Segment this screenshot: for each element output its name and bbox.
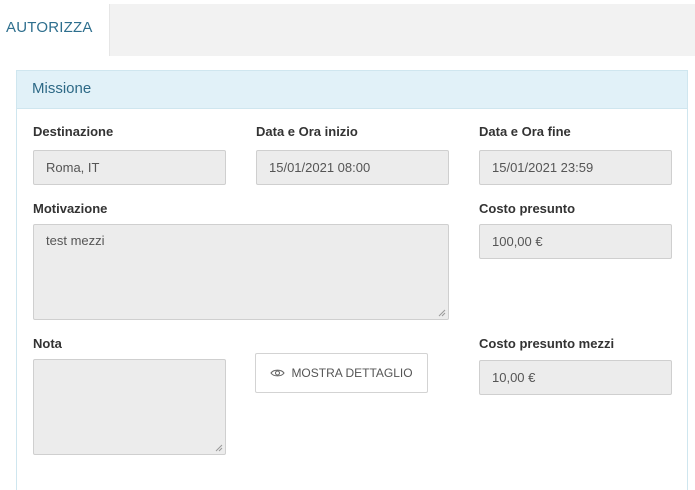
nota-textarea[interactable] bbox=[33, 359, 226, 455]
data-inizio-label: Data e Ora inizio bbox=[256, 124, 358, 139]
resize-grip-icon[interactable] bbox=[215, 444, 223, 452]
panel-title: Missione bbox=[17, 71, 687, 109]
motivazione-label: Motivazione bbox=[33, 201, 108, 216]
costo-mezzi-label: Costo presunto mezzi bbox=[479, 336, 615, 351]
costo-presunto-field[interactable]: 100,00 € bbox=[479, 224, 672, 259]
nota-label: Nota bbox=[33, 336, 62, 351]
destinazione-label: Destinazione bbox=[33, 124, 114, 139]
resize-grip-icon[interactable] bbox=[438, 309, 446, 317]
data-fine-field[interactable]: 15/01/2021 23:59 bbox=[479, 150, 672, 185]
eye-icon bbox=[270, 369, 286, 377]
motivazione-textarea[interactable]: test mezzi bbox=[33, 224, 449, 320]
data-fine-label: Data e Ora fine bbox=[479, 124, 571, 139]
tab-autorizza[interactable]: AUTORIZZA bbox=[0, 4, 110, 56]
data-inizio-field[interactable]: 15/01/2021 08:00 bbox=[256, 150, 449, 185]
motivazione-value: test mezzi bbox=[46, 233, 105, 248]
mostra-dettaglio-label: MOSTRA DETTAGLIO bbox=[291, 366, 413, 380]
destinazione-field[interactable]: Roma, IT bbox=[33, 150, 226, 185]
tab-bar: AUTORIZZA bbox=[0, 4, 695, 56]
costo-presunto-label: Costo presunto bbox=[479, 201, 576, 216]
costo-mezzi-field[interactable]: 10,00 € bbox=[479, 360, 672, 395]
mostra-dettaglio-button[interactable]: MOSTRA DETTAGLIO bbox=[255, 353, 428, 393]
